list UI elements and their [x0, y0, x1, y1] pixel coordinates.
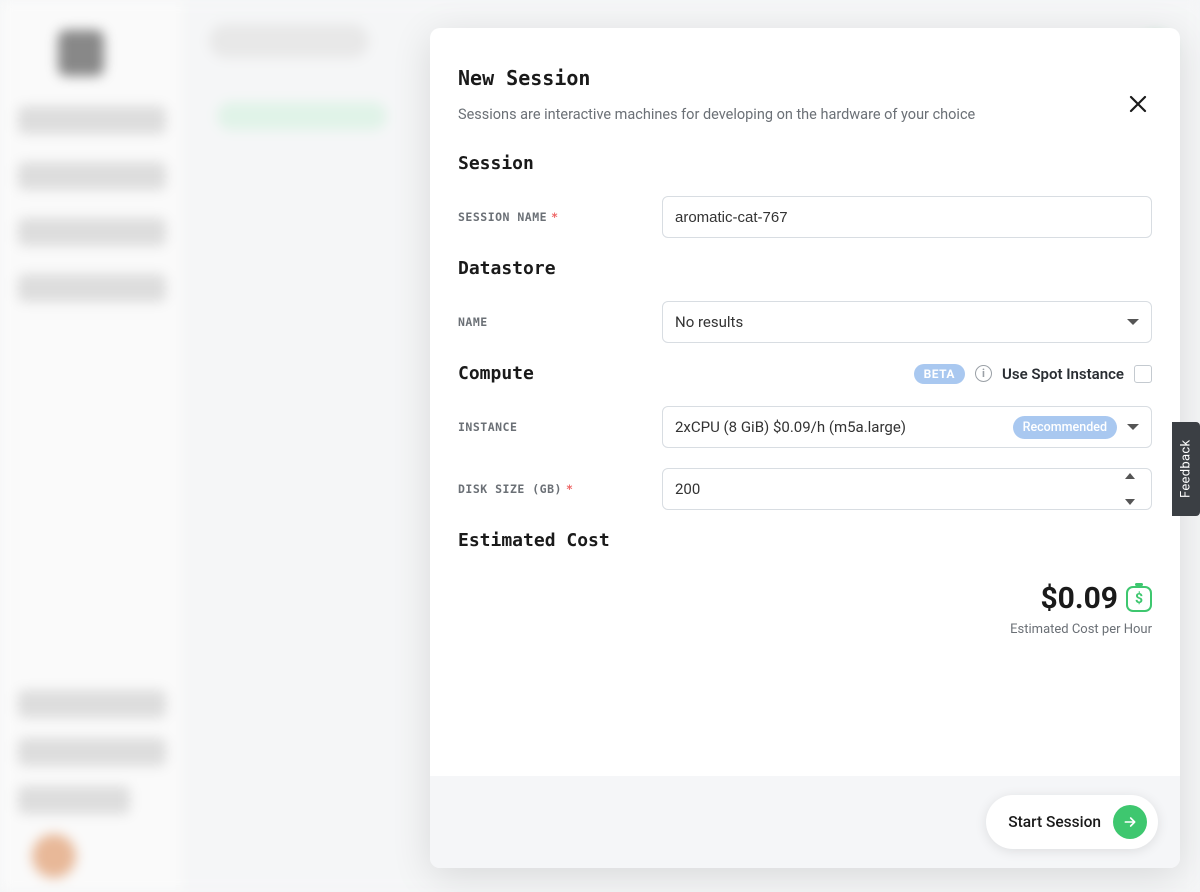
start-session-label: Start Session [1008, 813, 1101, 831]
datastore-name-label: NAME [458, 315, 662, 329]
spot-instance-checkbox[interactable] [1134, 365, 1152, 383]
session-name-input[interactable] [662, 196, 1152, 238]
close-icon[interactable] [1126, 92, 1150, 116]
session-name-label: SESSION NAME [458, 210, 662, 224]
section-heading-session: Session [458, 153, 1152, 174]
section-heading-datastore: Datastore [458, 258, 1152, 279]
estimated-cost-value: $0.09 [1040, 581, 1118, 616]
estimated-cost-sub: Estimated Cost per Hour [458, 622, 1152, 637]
session-name-field[interactable] [675, 209, 1139, 226]
disk-size-stepper[interactable] [1125, 473, 1143, 505]
spot-instance-label: Use Spot Instance [1002, 365, 1124, 383]
chevron-down-icon [1127, 424, 1139, 430]
new-session-modal: New Session Sessions are interactive mac… [430, 28, 1180, 868]
modal-subtitle: Sessions are interactive machines for de… [458, 106, 1152, 123]
start-session-button[interactable]: Start Session [986, 795, 1158, 849]
section-heading-compute: Compute [458, 363, 534, 384]
disk-size-input[interactable]: 200 [662, 468, 1152, 510]
beta-badge: BETA [914, 364, 965, 384]
datastore-name-value: No results [675, 313, 743, 331]
modal-footer: Start Session [430, 776, 1180, 868]
feedback-tab[interactable]: Feedback [1172, 422, 1200, 516]
recommended-badge: Recommended [1013, 416, 1117, 439]
cost-meter-icon: $ [1126, 586, 1152, 612]
instance-value: 2xCPU (8 GiB) $0.09/h (m5a.large) [675, 418, 906, 436]
instance-select[interactable]: 2xCPU (8 GiB) $0.09/h (m5a.large) Recomm… [662, 406, 1152, 448]
disk-size-label: DISK SIZE (GB) [458, 482, 662, 496]
stepper-down-icon[interactable] [1125, 499, 1135, 505]
datastore-name-select[interactable]: No results [662, 301, 1152, 343]
modal-title: New Session [458, 66, 1152, 90]
arrow-right-icon [1113, 805, 1147, 839]
chevron-down-icon [1127, 319, 1139, 325]
info-icon[interactable]: i [975, 365, 992, 382]
disk-size-value: 200 [675, 480, 700, 498]
instance-label: INSTANCE [458, 420, 662, 434]
stepper-up-icon[interactable] [1125, 473, 1135, 479]
section-heading-cost: Estimated Cost [458, 530, 1152, 551]
